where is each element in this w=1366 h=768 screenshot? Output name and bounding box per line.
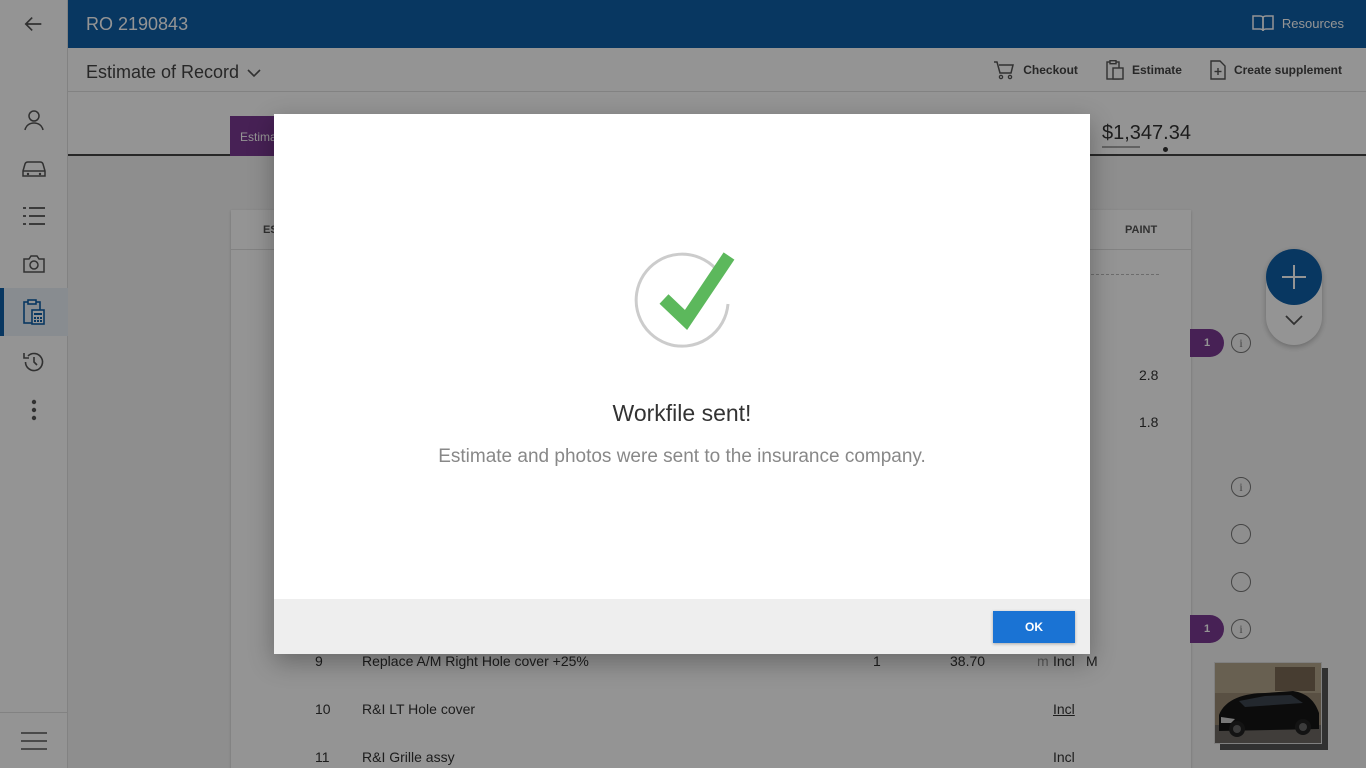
- workfile-sent-dialog: Workfile sent! Estimate and photos were …: [274, 114, 1090, 654]
- success-checkmark-icon: [631, 244, 741, 359]
- dialog-title: Workfile sent!: [612, 400, 752, 426]
- dialog-message: Estimate and photos were sent to the ins…: [438, 446, 926, 467]
- ok-button[interactable]: OK: [993, 611, 1075, 643]
- dialog-footer: OK: [274, 599, 1090, 654]
